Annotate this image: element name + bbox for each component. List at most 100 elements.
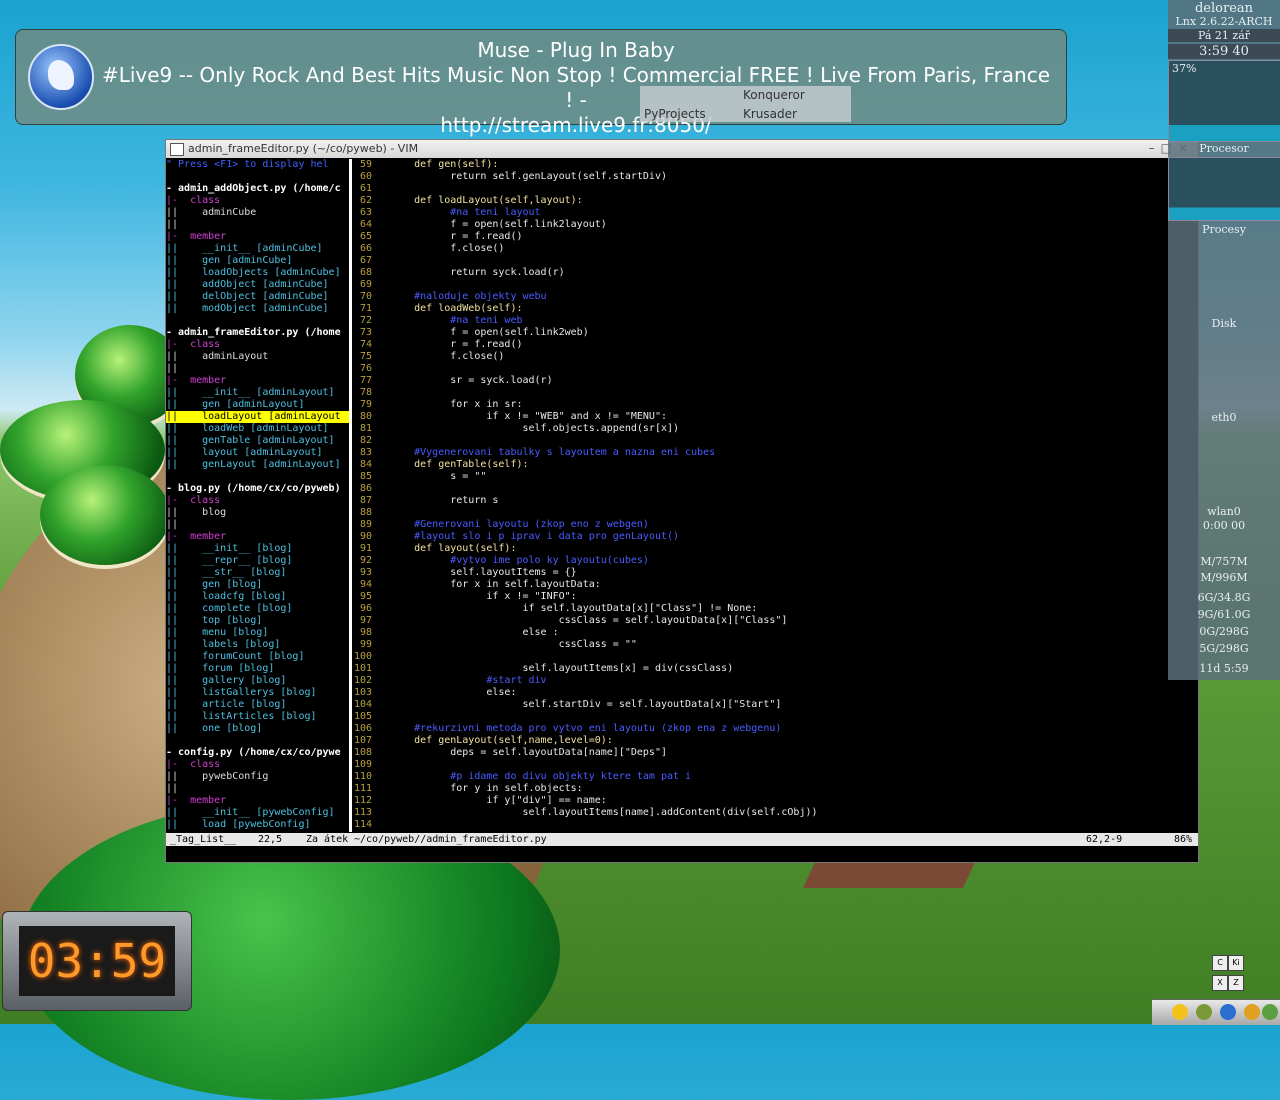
taglist-row[interactable]: |- member bbox=[166, 531, 349, 543]
taglist-row[interactable]: || listArticles [blog] bbox=[166, 711, 349, 723]
code-line[interactable]: self.objects.append(sr[x]) bbox=[378, 423, 1198, 435]
code-line[interactable]: def genTable(self): bbox=[378, 459, 1198, 471]
taglist-row[interactable]: || genLayout [adminLayout] bbox=[166, 459, 349, 471]
taglist-row[interactable] bbox=[166, 735, 349, 747]
taglist-row[interactable]: || one [blog] bbox=[166, 723, 349, 735]
desktop-pager[interactable]: C Ki X Z bbox=[1188, 953, 1244, 995]
taglist-row[interactable]: || gen [adminCube] bbox=[166, 255, 349, 267]
code-line[interactable]: if x != "INFO": bbox=[378, 591, 1198, 603]
code-line[interactable] bbox=[378, 819, 1198, 831]
taglist-row[interactable]: || gallery [blog] bbox=[166, 675, 349, 687]
taglist-row[interactable]: || loadWeb [adminLayout] bbox=[166, 423, 349, 435]
code-line[interactable]: def loadLayout(self,layout): bbox=[378, 195, 1198, 207]
taglist-row[interactable]: || load [pywebConfig] bbox=[166, 819, 349, 831]
code-line[interactable]: deps = self.layoutData[name]["Deps"] bbox=[378, 747, 1198, 759]
code-line[interactable]: #Generovani layoutu (zkop eno z webgen) bbox=[378, 519, 1198, 531]
taglist-row[interactable]: || pywebConfig bbox=[166, 771, 349, 783]
code-line[interactable]: sr = syck.load(r) bbox=[378, 375, 1198, 387]
code-line[interactable]: #na teni web bbox=[378, 315, 1198, 327]
tool-icon[interactable] bbox=[1196, 1004, 1212, 1020]
taglist-row[interactable]: |- class bbox=[166, 759, 349, 771]
menu-item-konqueror[interactable]: Konqueror bbox=[743, 88, 805, 102]
code-line[interactable]: def gen(self): bbox=[378, 159, 1198, 171]
code-line[interactable]: #na teni layout bbox=[378, 207, 1198, 219]
taglist-row[interactable]: || bbox=[166, 519, 349, 531]
taglist-row[interactable]: || article [blog] bbox=[166, 699, 349, 711]
taglist-row[interactable]: || top [blog] bbox=[166, 615, 349, 627]
taglist-row[interactable]: |- member bbox=[166, 231, 349, 243]
code-line[interactable]: cssClass = "" bbox=[378, 639, 1198, 651]
taglist-row[interactable]: |- class bbox=[166, 339, 349, 351]
code-line[interactable]: else: bbox=[378, 687, 1198, 699]
taglist-row[interactable]: || listGallerys [blog] bbox=[166, 687, 349, 699]
taglist-row[interactable]: - blog.py (/home/cx/co/pyweb) bbox=[166, 483, 349, 495]
code-line[interactable]: self.startDiv = self.layoutData[x]["Star… bbox=[378, 699, 1198, 711]
taglist-row[interactable]: || __init__ [adminLayout] bbox=[166, 387, 349, 399]
code-line[interactable]: #Vygenerovani tabulky s layoutem a nazna… bbox=[378, 447, 1198, 459]
code-line[interactable] bbox=[378, 279, 1198, 291]
taglist-row[interactable]: || gen [blog] bbox=[166, 579, 349, 591]
code-line[interactable]: f = open(self.link2layout) bbox=[378, 219, 1198, 231]
taglist-row[interactable]: |- member bbox=[166, 795, 349, 807]
star-icon[interactable] bbox=[1172, 1004, 1188, 1020]
taglist-row[interactable]: - config.py (/home/cx/co/pywe bbox=[166, 747, 349, 759]
code-line[interactable]: s = "" bbox=[378, 471, 1198, 483]
code-line[interactable]: #vytvo ime polo ky layoutu(cubes) bbox=[378, 555, 1198, 567]
code-line[interactable]: r = f.read() bbox=[378, 339, 1198, 351]
code-line[interactable]: return s bbox=[378, 495, 1198, 507]
window-titlebar[interactable]: admin_frameEditor.py (~/co/pyweb) - VIM … bbox=[166, 140, 1198, 158]
code-line[interactable]: else : bbox=[378, 627, 1198, 639]
taglist-row[interactable]: |- member bbox=[166, 375, 349, 387]
taglist-row[interactable]: || bbox=[166, 363, 349, 375]
taglist-row[interactable]: - admin_frameEditor.py (/home bbox=[166, 327, 349, 339]
taglist-row[interactable] bbox=[166, 171, 349, 183]
taglist-row[interactable]: || __repr__ [blog] bbox=[166, 555, 349, 567]
code-line[interactable]: for x in self.layoutData: bbox=[378, 579, 1198, 591]
code-line[interactable] bbox=[378, 435, 1198, 447]
code-line[interactable] bbox=[378, 759, 1198, 771]
taglist-row[interactable]: || bbox=[166, 219, 349, 231]
taglist-row[interactable] bbox=[166, 315, 349, 327]
code-line[interactable]: self.layoutItems[x] = div(cssClass) bbox=[378, 663, 1198, 675]
taglist-row[interactable]: " Press <F1> to display hel bbox=[166, 159, 349, 171]
system-tray[interactable] bbox=[1152, 999, 1280, 1025]
code-line[interactable]: r = f.read() bbox=[378, 231, 1198, 243]
code-line[interactable] bbox=[378, 255, 1198, 267]
taglist-row[interactable]: || blog bbox=[166, 507, 349, 519]
taglist-row[interactable]: || layout [adminLayout] bbox=[166, 447, 349, 459]
taglist-row[interactable]: || loadObjects [adminCube] bbox=[166, 267, 349, 279]
browser-icon[interactable] bbox=[1220, 1004, 1236, 1020]
taglist-row[interactable]: || adminLayout bbox=[166, 351, 349, 363]
code-line[interactable]: def genLayout(self,name,level=0): bbox=[378, 735, 1198, 747]
code-line[interactable]: if x != "WEB" and x != "MENU": bbox=[378, 411, 1198, 423]
code-line[interactable]: def layout(self): bbox=[378, 543, 1198, 555]
launcher-menu[interactable]: Konqueror PyProjects Krusader bbox=[640, 86, 851, 122]
code-line[interactable]: f.close() bbox=[378, 351, 1198, 363]
taglist-row[interactable]: || bbox=[166, 783, 349, 795]
window-icon[interactable] bbox=[170, 143, 184, 156]
taglist-row[interactable]: || menu [blog] bbox=[166, 627, 349, 639]
taglist-row[interactable]: |- class bbox=[166, 495, 349, 507]
taglist-row[interactable]: || adminCube bbox=[166, 207, 349, 219]
taglist-row[interactable]: || labels [blog] bbox=[166, 639, 349, 651]
code-line[interactable]: self.layoutItems[name].addContent(div(se… bbox=[378, 807, 1198, 819]
taglist-row[interactable]: |- class bbox=[166, 195, 349, 207]
vim-window[interactable]: admin_frameEditor.py (~/co/pyweb) - VIM … bbox=[165, 139, 1199, 863]
pager-ki[interactable]: Ki bbox=[1228, 955, 1244, 971]
code-line[interactable]: #layout slo i p iprav i data pro genLayo… bbox=[378, 531, 1198, 543]
code-line[interactable]: f = open(self.link2web) bbox=[378, 327, 1198, 339]
taglist-row[interactable]: || gen [adminLayout] bbox=[166, 399, 349, 411]
taglist-row[interactable]: || modObject [adminCube] bbox=[166, 303, 349, 315]
code-line[interactable]: for y in self.objects: bbox=[378, 783, 1198, 795]
nixie-clock[interactable]: 03:59 bbox=[2, 911, 192, 1011]
taglist-row[interactable]: || loadcfg [blog] bbox=[166, 591, 349, 603]
code-line[interactable] bbox=[378, 183, 1198, 195]
taglist-row[interactable]: || genTable [adminLayout] bbox=[166, 435, 349, 447]
taglist-row[interactable]: || __str__ [blog] bbox=[166, 567, 349, 579]
pager-c[interactable]: C bbox=[1212, 955, 1228, 971]
menu-item-krusader[interactable]: Krusader bbox=[743, 107, 797, 121]
code-line[interactable]: #p idame do divu objekty ktere tam pat i bbox=[378, 771, 1198, 783]
taglist-row[interactable]: || __init__ [adminCube] bbox=[166, 243, 349, 255]
info-icon[interactable] bbox=[1244, 1004, 1260, 1020]
code-line[interactable]: #naloduje objekty webu bbox=[378, 291, 1198, 303]
